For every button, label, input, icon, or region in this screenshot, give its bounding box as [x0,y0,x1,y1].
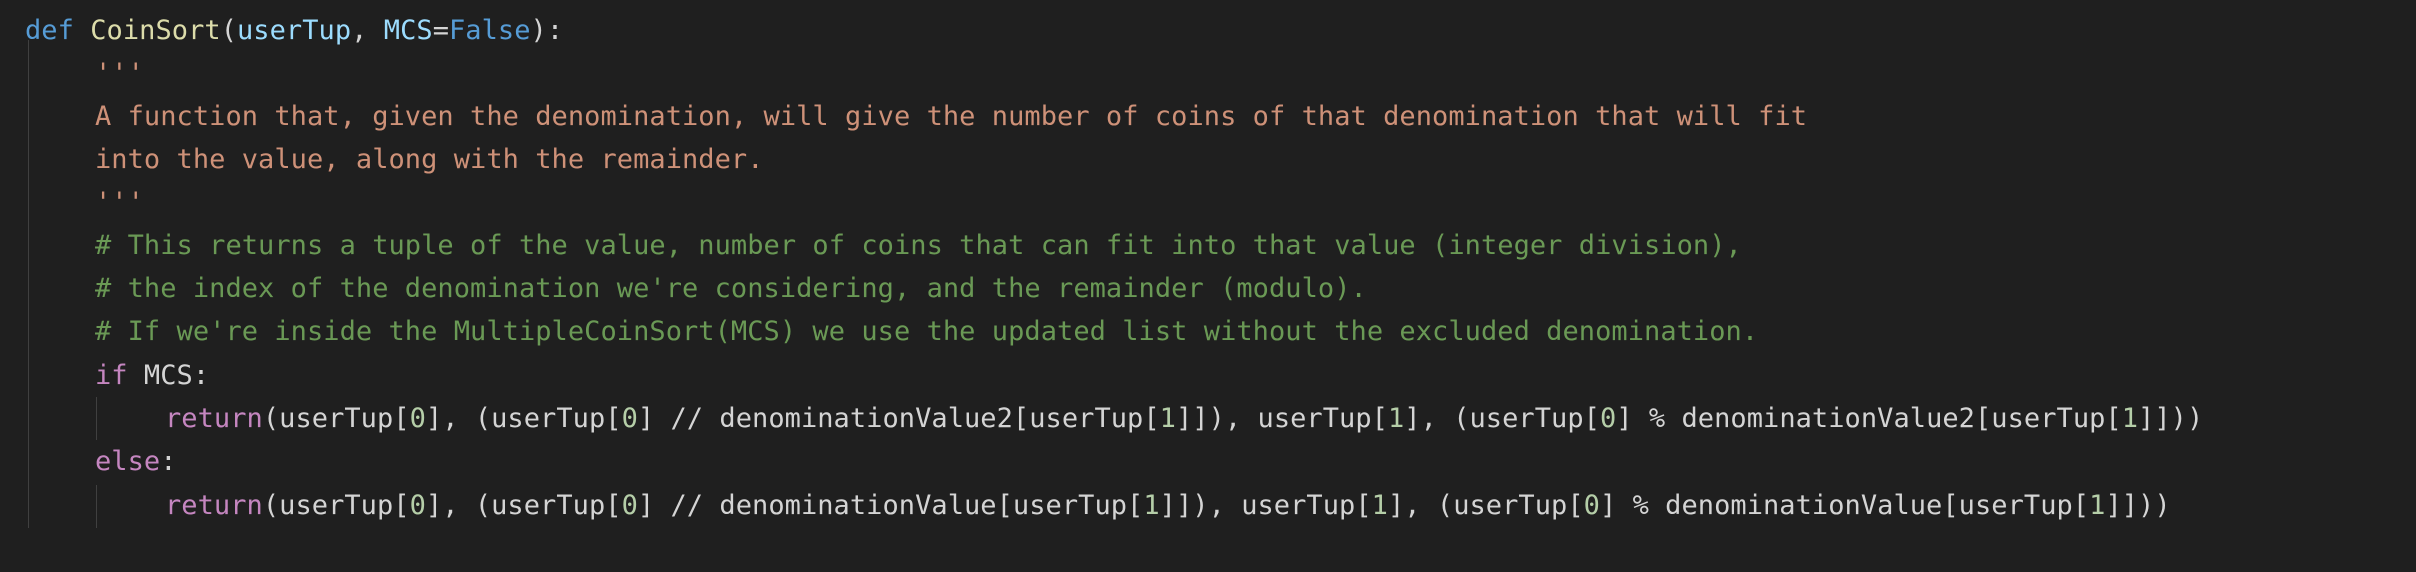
code-token: ], (userTup[ [1404,403,1600,434]
function-name: CoinSort [90,15,221,46]
else-colon: : [160,446,177,477]
code-token: ] // denominationValue[userTup[ [637,490,1144,521]
open-paren: ( [220,15,237,46]
number-literal: 1 [1159,403,1176,434]
docstring-open[interactable]: ''' [95,52,144,95]
docstring-line-1[interactable]: A function that, given the denomination,… [95,95,1807,138]
else-keyword: else [95,446,161,477]
number-literal: 0 [409,403,426,434]
if-keyword: if [95,360,128,391]
param-separator: , [351,15,384,46]
number-literal: 1 [1143,490,1160,521]
number-literal: 1 [2121,403,2139,434]
equals-sign: = [432,15,449,46]
code-token: (userTup[ [262,490,410,521]
number-literal: 1 [1371,490,1388,521]
number-literal: 0 [1583,490,1600,521]
number-literal: 1 [2089,490,2106,521]
default-value: False [449,15,531,46]
code-line-1[interactable]: def CoinSort(userTup, MCS=False): [25,9,563,52]
code-editor[interactable]: def CoinSort(userTup, MCS=False): ''' A … [0,0,2416,572]
code-token: ], (userTup[ [425,403,622,434]
number-literal: 0 [621,403,638,434]
code-token: ]])) [2138,403,2204,434]
return-keyword: return [165,403,263,434]
number-literal: 1 [1387,403,1405,434]
code-line-return-mcs[interactable]: return(userTup[0], (userTup[0] // denomi… [165,397,2203,440]
number-literal: 0 [621,490,638,521]
code-token: ] % denominationValue[userTup[ [1599,490,2090,521]
code-token: ] % denominationValue2[userTup[ [1616,403,2122,434]
number-literal: 0 [409,490,426,521]
indent-guide-function [28,40,29,528]
def-keyword: def [25,15,74,46]
code-token: ]]), userTup[ [1175,403,1388,434]
return-keyword: return [165,490,263,521]
code-token: ], (userTup[ [425,490,622,521]
code-token: ]])) [2105,490,2171,521]
code-line-return-default[interactable]: return(userTup[0], (userTup[0] // denomi… [165,484,2171,527]
close-paren-colon: ): [530,15,564,46]
comment-line-1[interactable]: # This returns a tuple of the value, num… [95,224,1742,267]
comment-line-2[interactable]: # the index of the denomination we're co… [95,267,1367,310]
indent-guide-if [96,397,97,440]
parameter-usertup: userTup [237,15,352,46]
code-token: ] // denominationValue2[userTup[ [637,403,1160,434]
code-token: ]]), userTup[ [1159,490,1372,521]
comment-line-3[interactable]: # If we're inside the MultipleCoinSort(M… [95,310,1758,353]
code-token: ], (userTup[ [1387,490,1584,521]
docstring-line-2[interactable]: into the value, along with the remainder… [95,138,764,181]
docstring-close[interactable]: ''' [95,181,144,224]
code-token: (userTup[ [262,403,410,434]
code-line-else[interactable]: else: [95,440,177,483]
code-line-if[interactable]: if MCS: [95,354,209,397]
indent-guide-else [96,485,97,528]
number-literal: 0 [1599,403,1617,434]
if-condition: MCS: [127,360,210,391]
parameter-mcs: MCS [383,15,433,46]
